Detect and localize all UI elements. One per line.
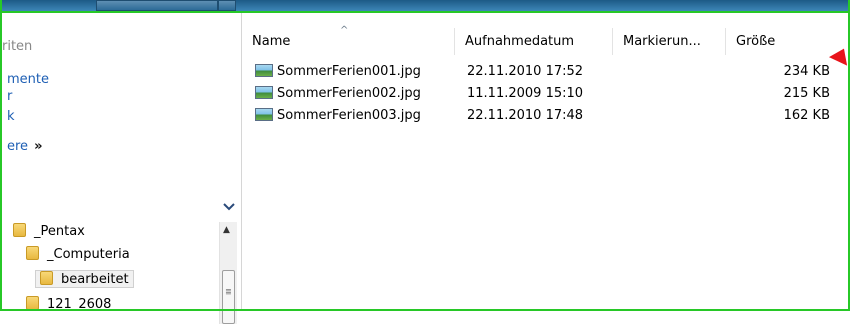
nav-more-label: ere bbox=[7, 139, 29, 154]
column-header-date[interactable]: Aufnahmedatum bbox=[455, 28, 613, 55]
file-date: 22.11.2010 17:52 bbox=[467, 64, 584, 79]
folder-icon bbox=[13, 223, 26, 237]
file-name: SommerFerien001.jpg bbox=[277, 64, 421, 79]
nav-favorites[interactable]: riten bbox=[2, 39, 32, 54]
folder-icon bbox=[26, 246, 39, 260]
nav-item-4[interactable]: k bbox=[7, 109, 15, 124]
column-header-tags[interactable]: Markierun... bbox=[613, 28, 726, 55]
folder-icon bbox=[40, 271, 53, 285]
window-title-bar bbox=[0, 0, 850, 13]
file-row[interactable]: SommerFerien002.jpg 11.11.2009 15:10 215… bbox=[255, 83, 835, 105]
image-file-icon bbox=[255, 108, 273, 121]
address-dropdown-button[interactable] bbox=[218, 0, 236, 11]
tree-item-label: _Pentax bbox=[34, 224, 85, 239]
file-size: 234 KB bbox=[783, 64, 830, 79]
grip-icon: ═ ═ bbox=[226, 286, 231, 298]
nav-item-3[interactable]: r bbox=[7, 89, 12, 104]
file-date: 22.11.2010 17:48 bbox=[467, 108, 584, 123]
address-bar-segment[interactable] bbox=[96, 0, 218, 11]
tree-item-bearbeitet[interactable]: bearbeitet bbox=[35, 270, 134, 288]
folders-section-header[interactable] bbox=[2, 198, 241, 220]
file-name: SommerFerien003.jpg bbox=[277, 108, 421, 123]
file-size: 162 KB bbox=[783, 108, 830, 123]
file-size: 215 KB bbox=[783, 86, 830, 101]
tree-item-label: _Computeria bbox=[47, 247, 130, 262]
tree-scrollbar[interactable]: ▲ ═ ═ bbox=[219, 222, 237, 324]
tree-item-label: 121_2608 bbox=[47, 297, 112, 312]
column-header-size[interactable]: Größe bbox=[726, 28, 832, 55]
folder-icon bbox=[26, 296, 39, 310]
file-row[interactable]: SommerFerien001.jpg 22.11.2010 17:52 234… bbox=[255, 61, 835, 83]
column-header-name[interactable]: Name ^ bbox=[242, 25, 455, 55]
image-file-icon bbox=[255, 86, 273, 99]
pane-splitter[interactable] bbox=[241, 13, 242, 311]
scrollbar-thumb[interactable]: ═ ═ bbox=[222, 270, 235, 324]
file-name: SommerFerien002.jpg bbox=[277, 86, 421, 101]
file-row[interactable]: SommerFerien003.jpg 22.11.2010 17:48 162… bbox=[255, 105, 835, 127]
chevron-down-icon[interactable] bbox=[223, 200, 235, 215]
nav-documents[interactable]: mente bbox=[7, 72, 49, 87]
image-file-icon bbox=[255, 64, 273, 77]
tree-item-pentax[interactable]: _Pentax bbox=[13, 223, 85, 239]
column-header-name-label: Name bbox=[252, 34, 291, 49]
navigation-pane: riten mente r k ere » _Pentax _Computeria… bbox=[2, 13, 241, 324]
sort-ascending-icon: ^ bbox=[340, 25, 349, 36]
tree-item-label: bearbeitet bbox=[61, 272, 129, 287]
file-date: 11.11.2009 15:10 bbox=[467, 86, 584, 101]
tree-item-computeria[interactable]: _Computeria bbox=[26, 246, 130, 262]
chevron-right-icon: » bbox=[34, 139, 43, 154]
column-header-row: Name ^ Aufnahmedatum Markierun... Größe bbox=[242, 25, 842, 56]
nav-more[interactable]: ere » bbox=[7, 139, 42, 154]
tree-item-121-2608[interactable]: 121_2608 bbox=[26, 296, 111, 312]
scroll-up-icon[interactable]: ▲ bbox=[223, 225, 230, 235]
